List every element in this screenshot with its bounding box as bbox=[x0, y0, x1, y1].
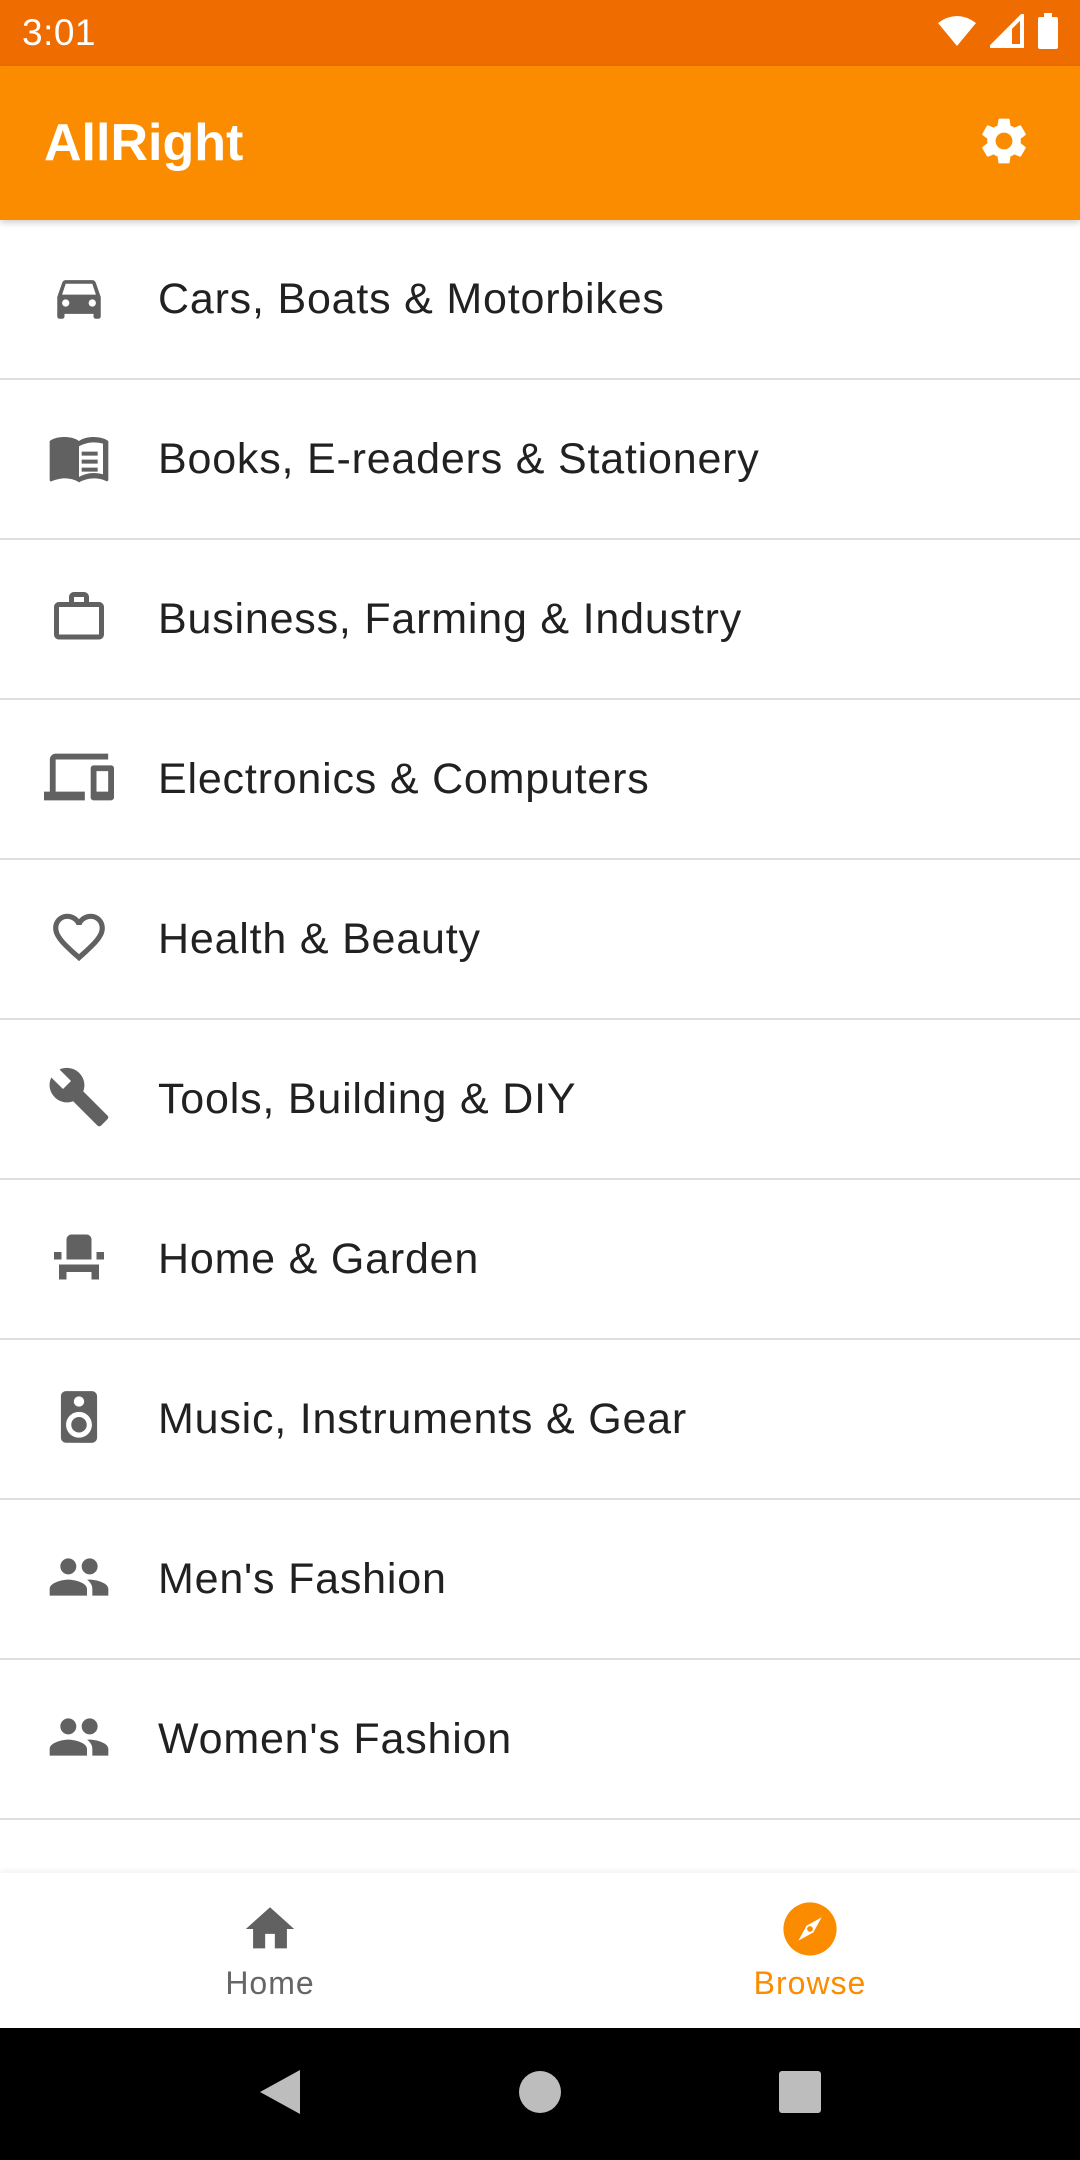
bottom-navigation: Home Browse bbox=[0, 1873, 1080, 2028]
gear-icon bbox=[976, 113, 1032, 174]
wrench-icon bbox=[47, 1065, 111, 1134]
category-row-books[interactable]: Books, E-readers & Stationery bbox=[0, 380, 1080, 540]
devices-icon bbox=[44, 742, 114, 817]
back-button[interactable] bbox=[240, 2054, 320, 2134]
heart-icon bbox=[48, 906, 110, 973]
nav-browse-label: Browse bbox=[753, 1965, 867, 2001]
category-row-womens-fashion[interactable]: Women's Fashion bbox=[0, 1660, 1080, 1820]
category-row-cars[interactable]: Cars, Boats & Motorbikes bbox=[0, 220, 1080, 380]
category-label: Women's Fashion bbox=[158, 1714, 513, 1763]
category-row-electronics[interactable]: Electronics & Computers bbox=[0, 700, 1080, 860]
nav-browse-tab[interactable]: Browse bbox=[540, 1873, 1080, 2028]
compass-icon bbox=[780, 1899, 840, 1959]
briefcase-icon bbox=[49, 587, 109, 652]
category-row-health[interactable]: Health & Beauty bbox=[0, 860, 1080, 1020]
speaker-icon bbox=[48, 1386, 110, 1453]
category-list[interactable]: Cars, Boats & Motorbikes Books, E-reader… bbox=[0, 220, 1080, 1873]
category-label: Cars, Boats & Motorbikes bbox=[158, 274, 665, 323]
app-bar: AllRight bbox=[0, 66, 1080, 220]
chair-icon bbox=[49, 1227, 109, 1292]
recents-button[interactable] bbox=[760, 2054, 840, 2134]
app-title: AllRight bbox=[44, 114, 244, 172]
settings-button[interactable] bbox=[972, 111, 1036, 175]
category-label: Tools, Building & DIY bbox=[158, 1074, 577, 1123]
home-circle-icon bbox=[518, 2070, 562, 2119]
status-bar: 3:01 bbox=[0, 0, 1080, 66]
category-label: Health & Beauty bbox=[158, 914, 481, 963]
home-icon bbox=[240, 1899, 300, 1959]
category-row-music[interactable]: Music, Instruments & Gear bbox=[0, 1340, 1080, 1500]
back-icon bbox=[258, 2068, 302, 2121]
nav-home-tab[interactable]: Home bbox=[0, 1873, 540, 2028]
category-row-tools[interactable]: Tools, Building & DIY bbox=[0, 1020, 1080, 1180]
car-icon bbox=[50, 268, 108, 331]
category-label: Home & Garden bbox=[158, 1234, 480, 1283]
category-label: Business, Farming & Industry bbox=[158, 594, 743, 643]
signal-icon bbox=[987, 10, 1024, 53]
category-label: Men's Fashion bbox=[158, 1554, 447, 1603]
category-label: Electronics & Computers bbox=[158, 754, 650, 803]
status-icons bbox=[938, 10, 1058, 54]
category-row-mens-fashion[interactable]: Men's Fashion bbox=[0, 1500, 1080, 1660]
status-time: 3:01 bbox=[22, 12, 97, 53]
category-label: Books, E-readers & Stationery bbox=[158, 434, 760, 483]
people-icon bbox=[47, 1705, 111, 1774]
recents-icon bbox=[779, 2070, 821, 2118]
system-navigation-bar bbox=[0, 2028, 1080, 2160]
wifi-icon bbox=[938, 15, 976, 52]
category-label: Music, Instruments & Gear bbox=[158, 1394, 687, 1443]
people-icon bbox=[47, 1545, 111, 1614]
nav-home-label: Home bbox=[225, 1965, 315, 2001]
book-icon bbox=[47, 425, 111, 494]
category-row-home-garden[interactable]: Home & Garden bbox=[0, 1180, 1080, 1340]
category-row-business[interactable]: Business, Farming & Industry bbox=[0, 540, 1080, 700]
home-button[interactable] bbox=[500, 2054, 580, 2134]
battery-icon bbox=[1038, 12, 1058, 54]
